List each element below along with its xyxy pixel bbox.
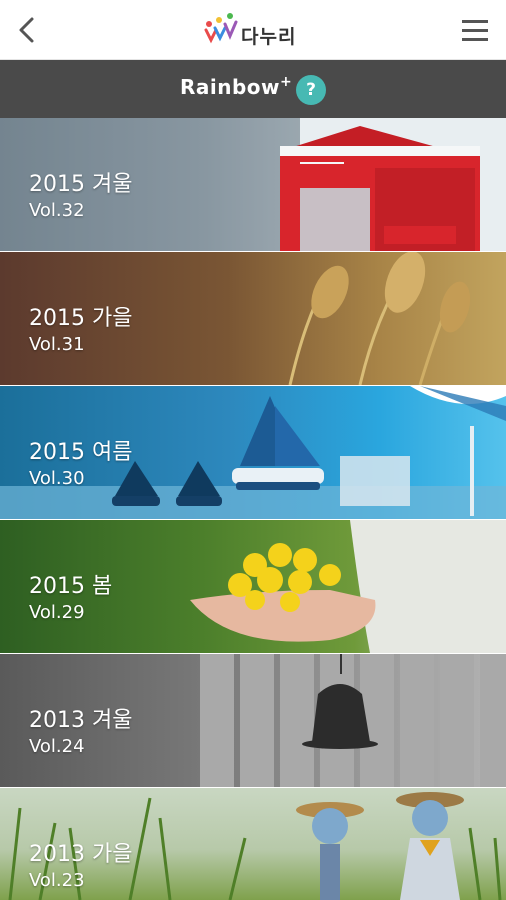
issue-volume: Vol.24 bbox=[29, 736, 85, 757]
issue-volume: Vol.30 bbox=[29, 468, 85, 489]
hamburger-menu-button[interactable] bbox=[458, 13, 494, 49]
issue-card-2013-autumn[interactable]: 2013 가을 Vol.23 bbox=[0, 788, 506, 900]
hamburger-menu-icon bbox=[462, 20, 488, 41]
issue-card-2015-autumn[interactable]: 2015 가을 Vol.31 bbox=[0, 252, 506, 385]
rainbow-title-text: Rainbow bbox=[180, 75, 281, 99]
back-button[interactable] bbox=[10, 12, 46, 48]
issue-card-2015-spring[interactable]: 2015 봄 Vol.29 bbox=[0, 520, 506, 653]
rainbow-plus-mark: + bbox=[280, 74, 293, 90]
danuri-logo-mark bbox=[204, 13, 238, 44]
logo-text: 다누리 bbox=[241, 26, 297, 48]
issue-card-2015-summer[interactable]: 2015 여름 Vol.30 bbox=[0, 386, 506, 519]
issue-season: 2013 가을 bbox=[29, 842, 133, 867]
rainbow-header-bar: Rainbow+ ? bbox=[0, 60, 506, 118]
app-root: 다누리 Rainbow+ ? 2015 겨울 Vol.32 2015 가을 Vo… bbox=[0, 0, 506, 900]
danuri-logo: 다누리 bbox=[203, 6, 313, 50]
rainbow-plus-title: Rainbow+ bbox=[180, 74, 292, 99]
issue-volume: Vol.23 bbox=[29, 870, 85, 891]
issue-season: 2015 가을 bbox=[29, 306, 133, 331]
issue-card-2013-winter[interactable]: 2013 겨울 Vol.24 bbox=[0, 654, 506, 787]
issue-card-2015-winter[interactable]: 2015 겨울 Vol.32 bbox=[0, 118, 506, 251]
issue-season: 2013 겨울 bbox=[29, 708, 133, 733]
issue-season: 2015 봄 bbox=[29, 574, 113, 599]
issue-volume: Vol.31 bbox=[29, 334, 85, 355]
issue-volume: Vol.32 bbox=[29, 200, 85, 221]
chevron-left-icon bbox=[19, 17, 34, 43]
help-button[interactable]: ? bbox=[296, 75, 326, 105]
top-navigation-bar: 다누리 bbox=[0, 0, 506, 60]
issue-season: 2015 겨울 bbox=[29, 172, 133, 197]
issue-volume: Vol.29 bbox=[29, 602, 85, 623]
issue-season: 2015 여름 bbox=[29, 440, 133, 465]
